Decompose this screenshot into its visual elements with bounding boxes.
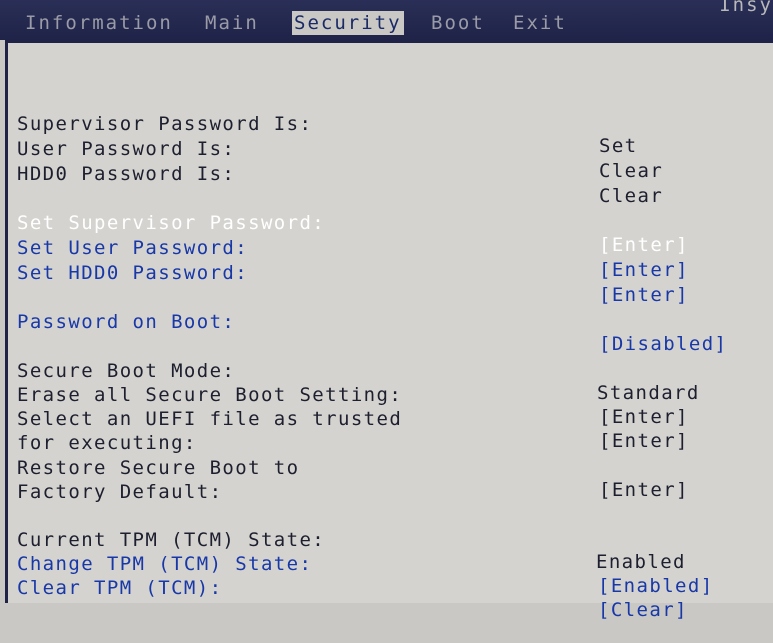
setting-row-change-tpm-state[interactable]: Change TPM (TCM) State: [Enabled] [8, 531, 773, 597]
setting-row-set-hdd-password[interactable]: Set HDD0 Password: [Enter] [8, 240, 773, 306]
setting-row-password-on-boot[interactable]: Password on Boot: [Disabled] [8, 289, 773, 355]
setting-row-select-uefi-file[interactable]: Select an UEFI file as trusted [Enter] [8, 386, 773, 452]
setting-value[interactable]: [Clear] [598, 599, 688, 621]
setting-row-erase-secure-boot[interactable]: Erase all Secure Boot Setting: [Enter] [8, 362, 773, 428]
setting-row-set-supervisor-password[interactable]: Set Supervisor Password: [Enter] [8, 190, 773, 256]
setting-row-hdd-password-status: HDD0 Password Is: Clear [8, 141, 773, 207]
tab-information[interactable]: Information [25, 11, 173, 35]
setting-row-clear-tpm[interactable]: Clear TPM (TCM): [Clear] [8, 555, 773, 621]
setting-row-set-user-password[interactable]: Set User Password: [Enter] [8, 215, 773, 281]
brand-label: Insy [719, 0, 773, 16]
tab-boot[interactable]: Boot [431, 11, 485, 35]
setting-row-user-password-status: User Password Is: Clear [8, 116, 773, 182]
security-settings-panel: Supervisor Password Is: Set User Passwor… [5, 40, 773, 621]
tab-exit[interactable]: Exit [513, 11, 567, 35]
tab-security[interactable]: Security [292, 11, 404, 35]
setting-row-supervisor-password-status: Supervisor Password Is: Set [8, 91, 773, 157]
setting-label: Password on Boot: [17, 311, 236, 333]
setting-row-secure-boot-mode: Secure Boot Mode: Standard [8, 338, 773, 404]
setting-label: Set HDD0 Password: [17, 262, 249, 284]
setting-row-current-tpm-state: Current TPM (TCM) State: Enabled [8, 507, 773, 573]
menu-bar: Information Main Security Boot Exit Insy [0, 0, 773, 40]
setting-label: Clear TPM (TCM): [17, 577, 223, 599]
setting-label: HDD0 Password Is: [17, 163, 236, 185]
setting-row-restore-secure-boot-cont: Factory Default: [8, 459, 773, 503]
tab-main[interactable]: Main [205, 11, 259, 35]
setting-label: Factory Default: [17, 481, 223, 503]
setting-row-select-uefi-file-cont: for executing: [8, 410, 773, 454]
setting-row-restore-secure-boot[interactable]: Restore Secure Boot to [Enter] [8, 435, 773, 501]
